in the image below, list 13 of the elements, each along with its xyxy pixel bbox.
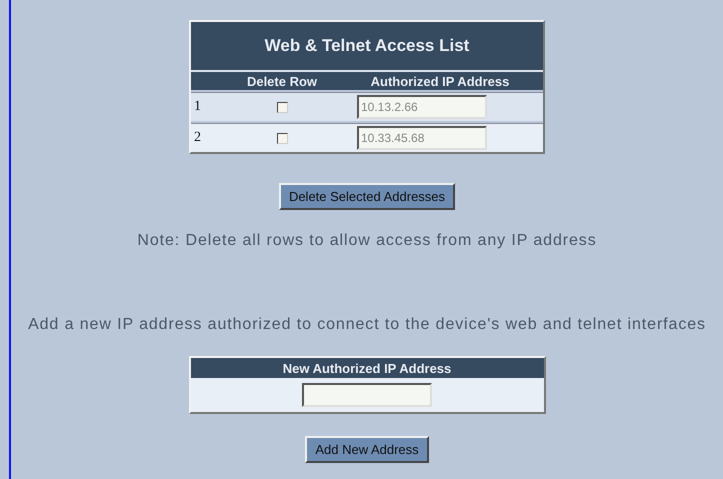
instruction-text: Add a new IP address authorized to connect to the device's web and telnet interfaces — [28, 316, 706, 334]
new-ip-field[interactable] — [302, 383, 432, 407]
column-header: New Authorized IP Address — [190, 358, 544, 378]
row-number: 2 — [193, 130, 202, 146]
table-title: Web & Telnet Access List — [191, 22, 543, 72]
note-text: Note: Delete all rows to allow access from any IP address — [137, 232, 597, 250]
add-address-button[interactable]: Add New Address — [305, 436, 429, 463]
column-header: Delete Row — [246, 74, 318, 88]
delete-checkbox[interactable] — [276, 102, 288, 112]
delete-selected-button[interactable]: Delete Selected Addresses — [278, 183, 456, 210]
delete-checkbox[interactable] — [276, 132, 288, 144]
row-number: 1 — [193, 99, 202, 115]
column-header: Authorized IP Address — [370, 74, 510, 88]
